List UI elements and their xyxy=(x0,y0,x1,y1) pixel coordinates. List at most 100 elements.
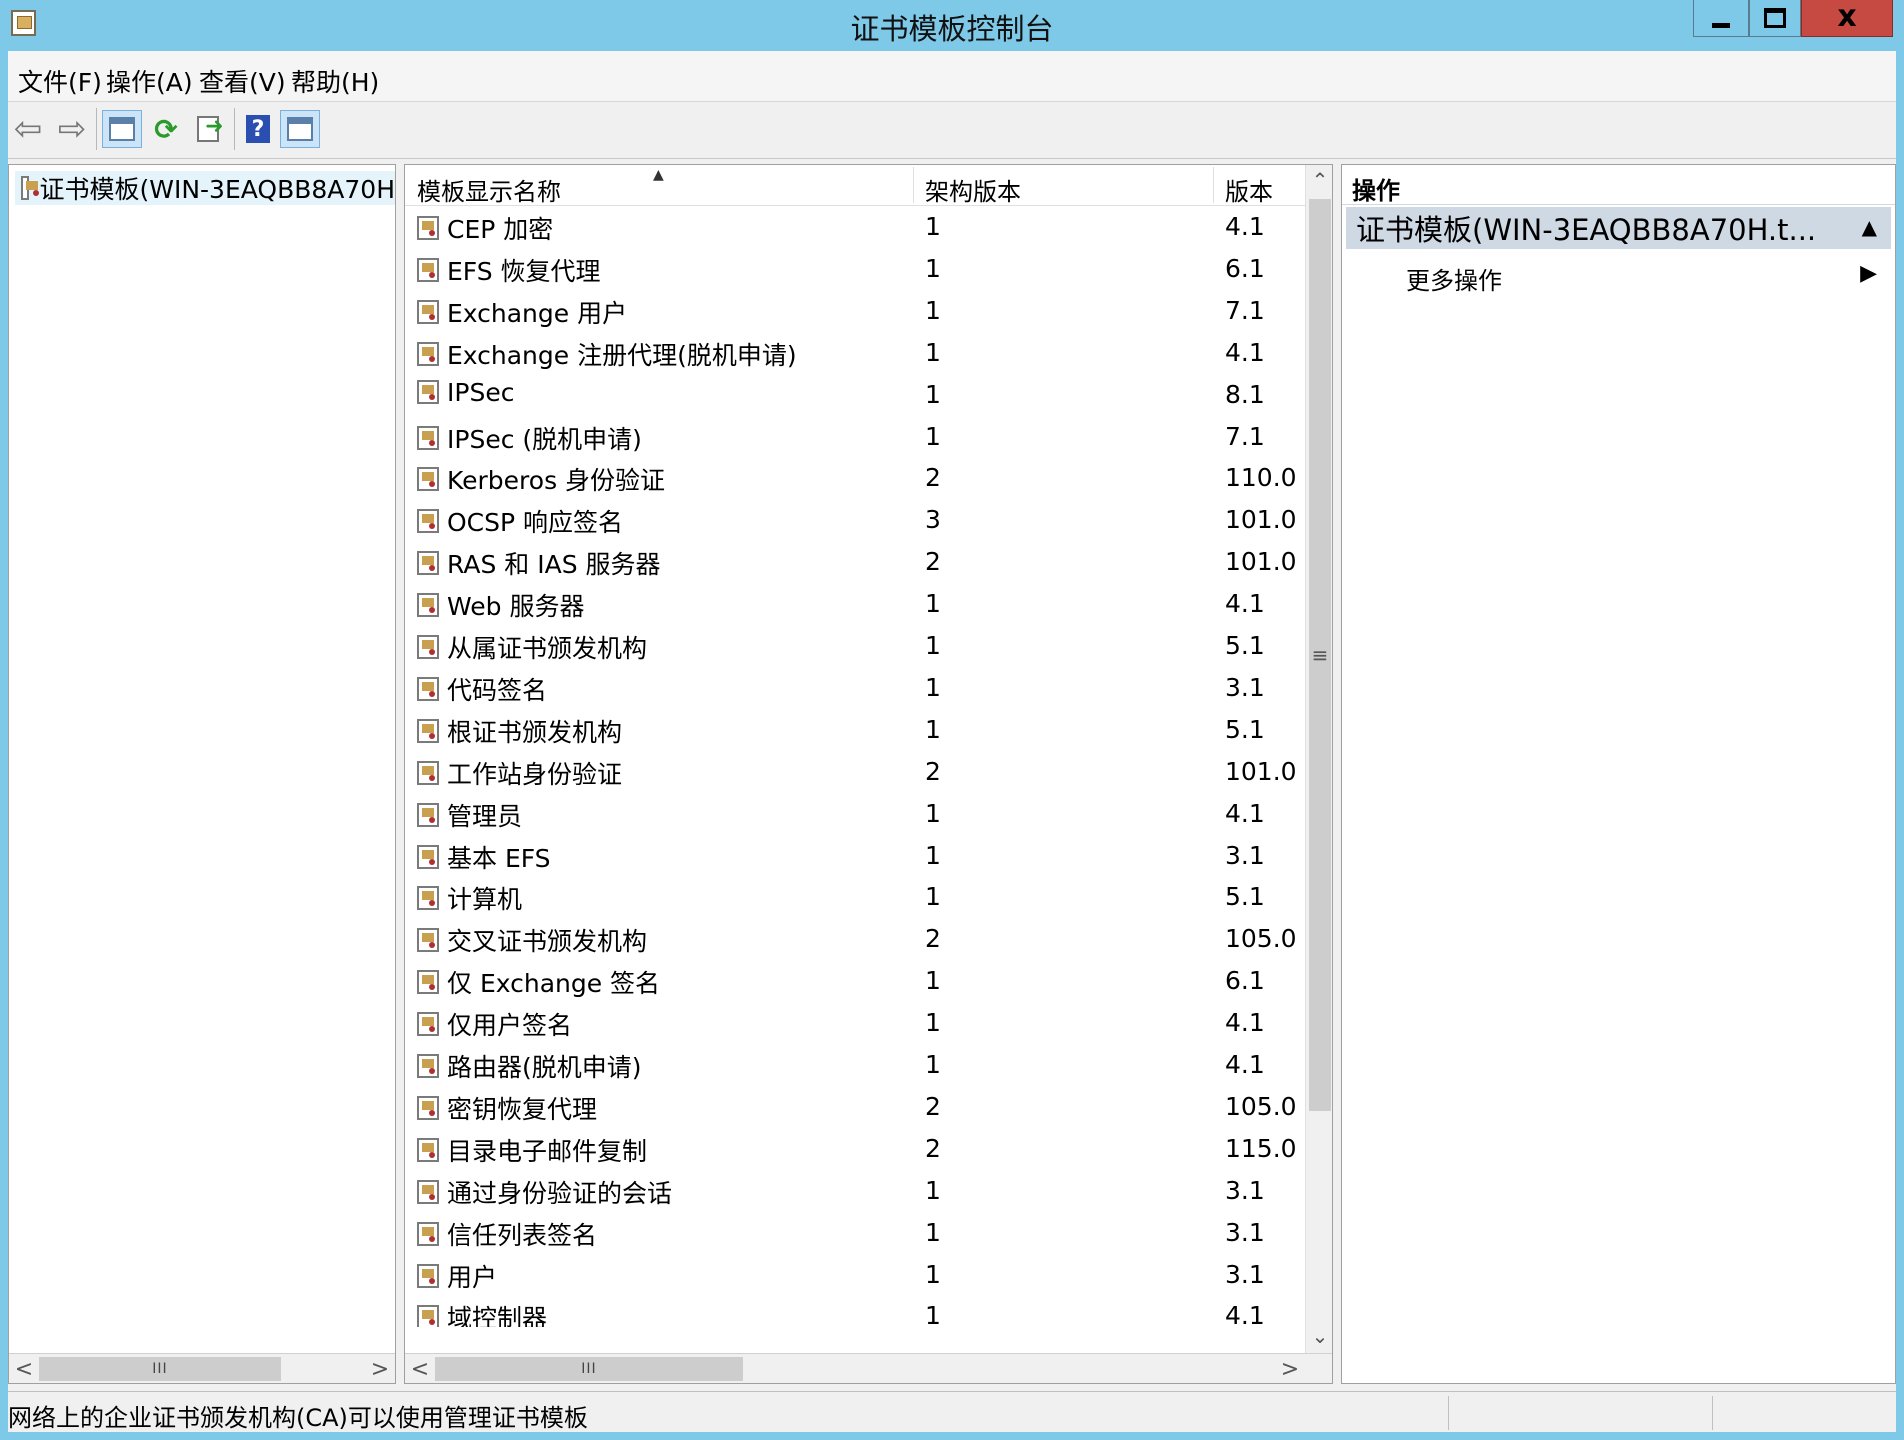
column-divider[interactable] xyxy=(913,167,914,203)
menu-help[interactable]: 帮助(H) xyxy=(291,63,379,99)
version-cell: 4.1 xyxy=(1225,589,1265,619)
collapse-arrow-icon[interactable]: ▲ xyxy=(1862,215,1877,239)
table-row[interactable]: RAS 和 IAS 服务器 2 101.0 xyxy=(405,540,1307,582)
table-row[interactable]: 仅 Exchange 签名 1 6.1 xyxy=(405,959,1307,1001)
show-hide-action-pane-button[interactable] xyxy=(280,110,320,148)
table-row[interactable]: CEP 加密 1 4.1 xyxy=(405,205,1307,247)
template-name: 交叉证书颁发机构 xyxy=(447,927,648,957)
template-name: Kerberos 身份验证 xyxy=(447,466,666,496)
help-button[interactable]: ? xyxy=(240,110,276,148)
menu-file[interactable]: 文件(F) xyxy=(18,63,102,99)
table-row[interactable]: 信任列表签名 1 3.1 xyxy=(405,1211,1307,1253)
certificate-template-icon xyxy=(417,802,439,827)
scroll-thumb[interactable]: III xyxy=(435,1357,743,1381)
table-row[interactable]: 路由器(脱机申请) 1 4.1 xyxy=(405,1043,1307,1085)
table-row[interactable]: 管理员 1 4.1 xyxy=(405,792,1307,834)
scroll-left-arrow-icon[interactable]: < xyxy=(405,1354,435,1383)
export-list-button[interactable] xyxy=(190,110,226,148)
tree-item-cert-templates[interactable]: 证书模板(WIN-3EAQBB8A70H xyxy=(15,171,395,205)
column-header-schema[interactable]: 架构版本 xyxy=(925,172,1021,207)
actions-section-cert-templates[interactable]: 证书模板(WIN-3EAQBB8A70H.t... ▲ xyxy=(1346,207,1891,249)
schema-version-cell: 2 xyxy=(925,463,941,493)
menu-action[interactable]: 操作(A) xyxy=(106,63,193,99)
table-row[interactable]: Kerberos 身份验证 2 110.0 xyxy=(405,456,1307,498)
table-row[interactable]: 交叉证书颁发机构 2 105.0 xyxy=(405,917,1307,959)
template-name-cell: 计算机 xyxy=(417,880,522,916)
table-row[interactable]: Exchange 注册代理(脱机申请) 1 4.1 xyxy=(405,331,1307,373)
tree-horizontal-scrollbar[interactable]: < III > xyxy=(9,1353,395,1383)
template-name-cell: 仅 Exchange 签名 xyxy=(417,964,660,1000)
sort-ascending-icon: ▲ xyxy=(653,167,664,183)
certificate-template-icon xyxy=(417,928,439,953)
certificate-template-icon xyxy=(417,551,439,576)
table-row[interactable]: 基本 EFS 1 3.1 xyxy=(405,834,1307,876)
table-row[interactable]: 仅用户签名 1 4.1 xyxy=(405,1001,1307,1043)
scroll-left-arrow-icon[interactable]: < xyxy=(9,1354,39,1383)
version-cell: 101.0 xyxy=(1225,547,1297,577)
table-row[interactable]: 通过身份验证的会话 1 3.1 xyxy=(405,1169,1307,1211)
certificate-template-icon xyxy=(417,1137,439,1162)
table-row[interactable]: 密钥恢复代理 2 105.0 xyxy=(405,1085,1307,1127)
forward-arrow-icon[interactable]: ⇨ xyxy=(54,109,90,149)
template-name-cell: 目录电子邮件复制 xyxy=(417,1132,647,1168)
template-name: Exchange 注册代理(脱机申请) xyxy=(447,340,797,370)
refresh-button[interactable]: ⟳ xyxy=(148,110,184,148)
back-arrow-icon[interactable]: ⇦ xyxy=(10,109,46,149)
table-row[interactable]: 目录电子邮件复制 2 115.0 xyxy=(405,1127,1307,1169)
table-row[interactable]: OCSP 响应签名 3 101.0 xyxy=(405,498,1307,540)
table-row[interactable]: 计算机 1 5.1 xyxy=(405,875,1307,917)
table-row[interactable]: 代码签名 1 3.1 xyxy=(405,666,1307,708)
show-hide-console-tree-button[interactable] xyxy=(102,110,142,148)
scroll-thumb[interactable]: ≡ xyxy=(1309,199,1331,1111)
scroll-thumb[interactable]: III xyxy=(39,1357,281,1381)
certificate-template-icon xyxy=(417,1012,439,1037)
title-bar[interactable]: 证书模板控制台 x xyxy=(0,0,1904,50)
table-row[interactable]: IPSec 1 8.1 xyxy=(405,373,1307,415)
schema-version-cell: 1 xyxy=(925,798,941,828)
template-name-cell: Exchange 注册代理(脱机申请) xyxy=(417,336,797,372)
table-row[interactable]: Web 服务器 1 4.1 xyxy=(405,582,1307,624)
template-name-cell: 管理员 xyxy=(417,797,522,833)
version-cell: 6.1 xyxy=(1225,253,1265,283)
scroll-right-arrow-icon[interactable]: > xyxy=(1275,1354,1305,1383)
column-header-name[interactable]: 模板显示名称 xyxy=(417,172,561,207)
schema-version-cell: 1 xyxy=(925,212,941,241)
column-header-version[interactable]: 版本 xyxy=(1225,172,1273,207)
template-name: EFS 恢复代理 xyxy=(447,256,601,286)
table-row[interactable]: 根证书颁发机构 1 5.1 xyxy=(405,708,1307,750)
schema-version-cell: 1 xyxy=(925,1259,941,1289)
maximize-button[interactable] xyxy=(1749,0,1801,37)
certificate-template-icon xyxy=(417,760,439,785)
certificate-template-icon xyxy=(417,257,439,282)
toolbar-separator xyxy=(96,108,97,150)
scroll-right-arrow-icon[interactable]: > xyxy=(365,1354,395,1383)
version-cell: 3.1 xyxy=(1225,1217,1265,1247)
export-list-icon xyxy=(197,114,223,142)
table-row[interactable]: 用户 1 3.1 xyxy=(405,1253,1307,1295)
version-cell: 4.1 xyxy=(1225,1008,1265,1038)
column-divider[interactable] xyxy=(1213,167,1214,203)
close-button[interactable]: x xyxy=(1801,0,1893,37)
table-row[interactable]: IPSec (脱机申请) 1 7.1 xyxy=(405,415,1307,457)
table-row[interactable]: Exchange 用户 1 7.1 xyxy=(405,289,1307,331)
submenu-arrow-icon[interactable]: ▶ xyxy=(1860,261,1877,286)
template-name-cell: 路由器(脱机申请) xyxy=(417,1048,642,1084)
scroll-down-arrow-icon[interactable]: ⌄ xyxy=(1306,1321,1332,1351)
minimize-button[interactable] xyxy=(1693,0,1749,37)
scroll-up-arrow-icon[interactable]: ⌃ xyxy=(1306,165,1332,195)
actions-section-title: 证书模板(WIN-3EAQBB8A70H.t... xyxy=(1356,213,1817,247)
window-title: 证书模板控制台 xyxy=(850,12,1054,46)
list-horizontal-scrollbar[interactable]: < III > xyxy=(405,1353,1332,1383)
table-row[interactable]: 域控制器 1 4.1 xyxy=(405,1294,1307,1327)
menu-view[interactable]: 查看(V) xyxy=(199,63,286,99)
more-actions-item[interactable]: 更多操作 xyxy=(1406,261,1502,296)
schema-version-cell: 2 xyxy=(925,547,941,577)
list-vertical-scrollbar[interactable]: ⌃ ≡ ⌄ xyxy=(1305,165,1332,1353)
console-tree-pane: 证书模板(WIN-3EAQBB8A70H < III > xyxy=(8,164,396,1384)
status-divider xyxy=(1448,1396,1449,1430)
version-cell: 105.0 xyxy=(1225,1091,1297,1121)
table-row[interactable]: EFS 恢复代理 1 6.1 xyxy=(405,247,1307,289)
table-row[interactable]: 从属证书颁发机构 1 5.1 xyxy=(405,624,1307,666)
table-row[interactable]: 工作站身份验证 2 101.0 xyxy=(405,750,1307,792)
certificate-template-icon xyxy=(417,1095,439,1120)
